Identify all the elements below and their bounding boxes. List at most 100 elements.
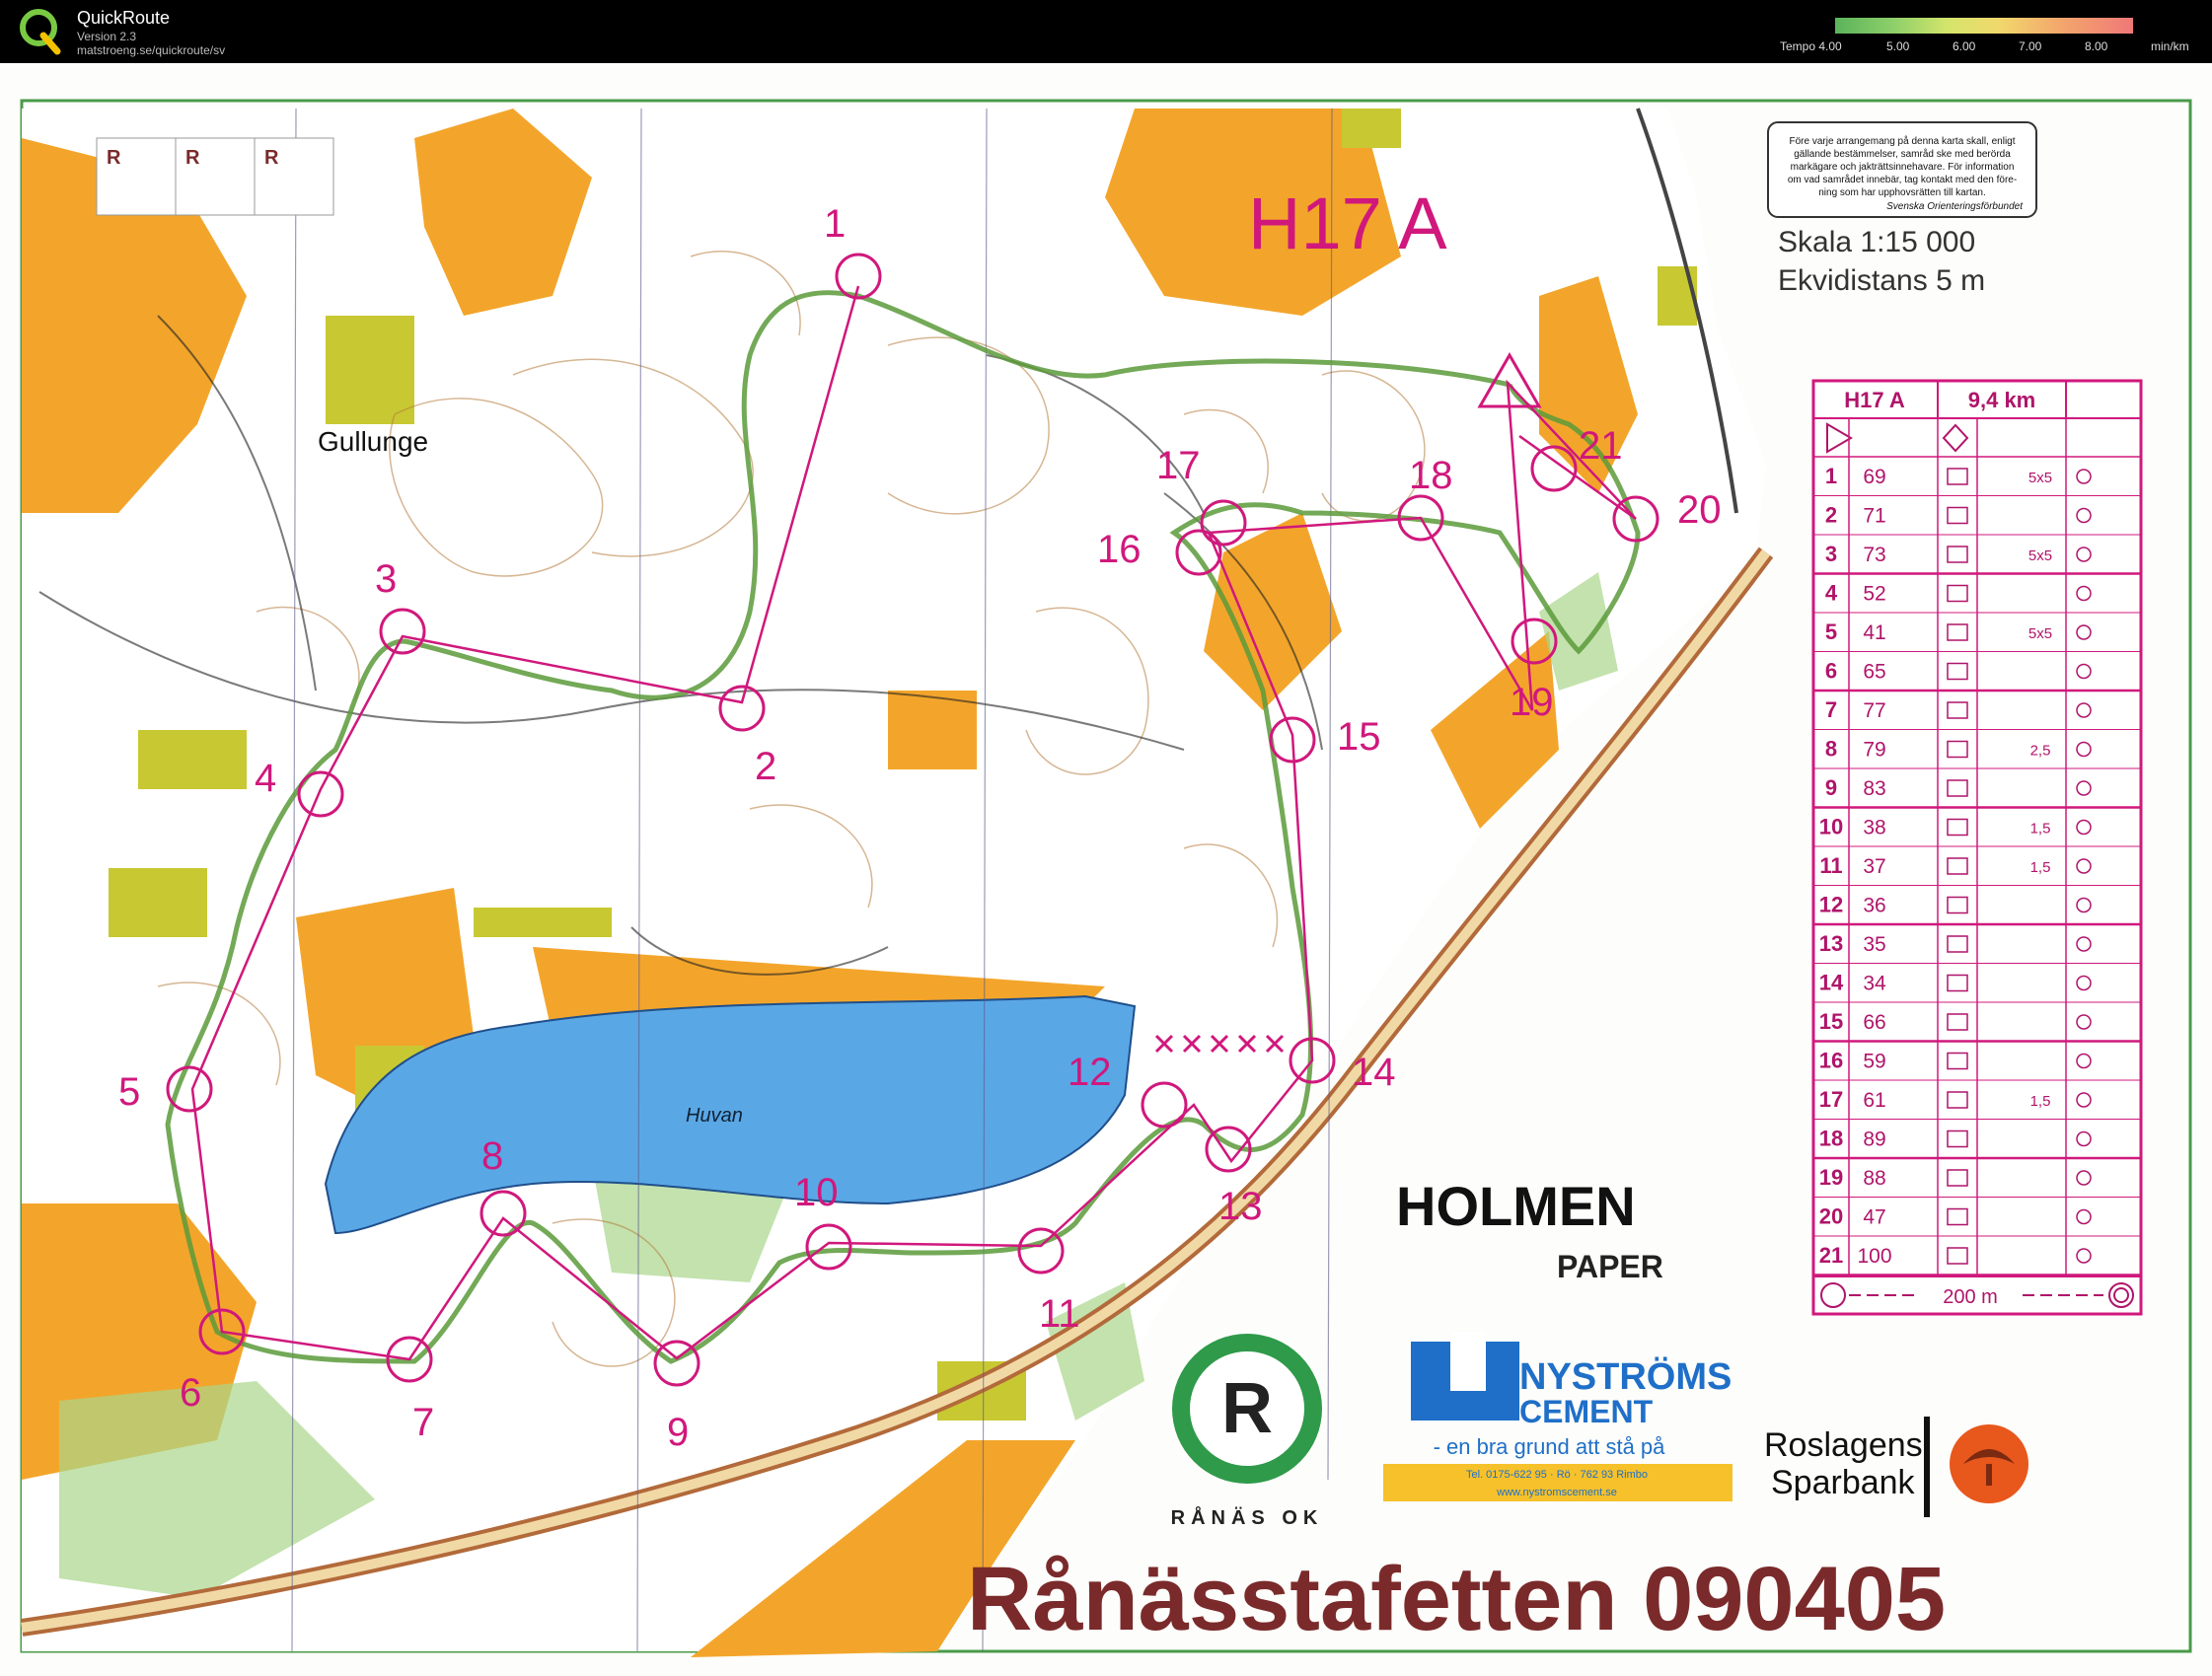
nystroms-slogan: - en bra grund att stå på — [1434, 1434, 1666, 1459]
sheet-row-code: 34 — [1863, 973, 1886, 995]
pace-tick: 5.00 — [1886, 39, 1910, 53]
nystroms-name-2: CEMENT — [1519, 1394, 1654, 1429]
sheet-finish-distance: 200 m — [1943, 1286, 1998, 1308]
sheet-row-number: 7 — [1825, 697, 1837, 722]
sheet-row-code: 36 — [1863, 895, 1885, 917]
control-number-7: 7 — [412, 1401, 434, 1444]
pace-tick: 7.00 — [2019, 39, 2042, 53]
club-name: RÅNÄS OK — [1171, 1505, 1324, 1529]
sheet-row-code: 47 — [1863, 1206, 1885, 1229]
control-number-1: 1 — [824, 202, 846, 246]
permit-notice: Före varje arrangemang på denna karta sk… — [1767, 121, 2037, 218]
sheet-row-dimension: 1,5 — [2030, 1093, 2051, 1110]
sheet-row-number: 9 — [1825, 775, 1837, 800]
app-url: matstroeng.se/quickroute/sv — [77, 43, 226, 57]
sheet-row-dimension: 2,5 — [2030, 743, 2051, 760]
app-version: Version 2.3 — [77, 30, 137, 43]
r-boxes: R R R — [96, 137, 334, 216]
quickroute-logo-icon — [20, 9, 61, 55]
control-number-13: 13 — [1218, 1185, 1263, 1228]
control-number-6: 6 — [180, 1371, 201, 1415]
sheet-row-number: 21 — [1819, 1243, 1843, 1268]
permit-line: Före varje arrangemang på denna karta sk… — [1789, 135, 2015, 147]
sheet-row-code: 66 — [1863, 1011, 1885, 1034]
control-description-sheet: H17 A 9,4 km 1 69 5x52 713 73 5x54 525 41 5x56 65… — [1811, 379, 2143, 1316]
app-toolbar: QuickRoute Version 2.3 matstroeng.se/qui… — [0, 0, 2212, 63]
sheet-row-number: 10 — [1819, 815, 1843, 839]
sheet-row-dimension: 5x5 — [2028, 547, 2052, 564]
sheet-row-number: 1 — [1825, 464, 1837, 488]
nystroms-name-1: NYSTRÖMS — [1519, 1355, 1732, 1398]
permit-signature: Svenska Orienteringsförbundet — [1886, 201, 2024, 212]
pace-tick: 8.00 — [2085, 39, 2108, 53]
sheet-row-number: 4 — [1825, 581, 1838, 606]
sheet-row-number: 11 — [1819, 853, 1842, 878]
sheet-row-number: 12 — [1819, 893, 1843, 917]
control-number-5: 5 — [118, 1070, 140, 1114]
control-number-19: 19 — [1510, 681, 1554, 724]
permit-line: gällande bestämmelser, samråd ske med be… — [1794, 148, 2011, 160]
app-title: QuickRoute — [77, 8, 171, 28]
r-box-label: R — [107, 147, 121, 169]
sheet-length: 9,4 km — [1968, 388, 2036, 412]
sheet-row-number: 20 — [1819, 1204, 1843, 1229]
pace-legend-bar — [1835, 18, 2133, 34]
sheet-row-number: 8 — [1825, 737, 1837, 762]
permit-line: om vad samrådet innebär, tag kontakt med… — [1788, 174, 2017, 185]
sheet-row-number: 16 — [1819, 1049, 1843, 1073]
control-number-16: 16 — [1097, 528, 1142, 571]
control-number-21: 21 — [1579, 424, 1623, 468]
sheet-row-code: 65 — [1863, 661, 1885, 684]
sheet-row-code: 37 — [1863, 855, 1885, 878]
permit-line: ning som har upphovsrätten till kartan. — [1818, 187, 1986, 198]
control-number-20: 20 — [1677, 488, 1722, 532]
control-number-3: 3 — [375, 557, 397, 601]
control-number-17: 17 — [1156, 444, 1201, 487]
nystroms-contact: Tel. 0175-622 95 · Rö · 762 93 Rimbo — [1466, 1469, 1648, 1481]
sponsor-holmen: HOLMEN — [1396, 1175, 1636, 1237]
nystroms-web: www.nystromscement.se — [1496, 1487, 1617, 1498]
sheet-row-code: 100 — [1857, 1245, 1891, 1268]
orienteering-map[interactable]: Huvan 1 2 3 4 5 6 7 8 9 10 11 12 13 14 1… — [0, 63, 2212, 1676]
sheet-row-code: 35 — [1863, 933, 1885, 956]
sheet-row-code: 73 — [1863, 544, 1885, 566]
control-number-14: 14 — [1352, 1051, 1396, 1094]
control-number-4: 4 — [255, 757, 276, 800]
sheet-row-code: 61 — [1863, 1089, 1885, 1112]
sheet-row-number: 18 — [1819, 1127, 1843, 1151]
sheet-row-code: 59 — [1863, 1051, 1885, 1073]
club-logo-mark-icon: R — [1221, 1369, 1273, 1448]
sheet-row-dimension: 5x5 — [2028, 625, 2052, 642]
bank-name-2: Sparbank — [1771, 1464, 1916, 1501]
sheet-row-number: 2 — [1825, 503, 1837, 528]
sheet-row-code: 89 — [1863, 1129, 1885, 1151]
sheet-row-code: 88 — [1863, 1167, 1885, 1190]
control-number-8: 8 — [481, 1134, 503, 1178]
map-scale: Skala 1:15 000 — [1778, 226, 1975, 258]
control-number-15: 15 — [1337, 715, 1381, 759]
sheet-row-code: 38 — [1863, 817, 1885, 839]
event-title: Rånässtafetten 090405 — [967, 1549, 1946, 1649]
sheet-row-code: 71 — [1863, 505, 1885, 528]
r-box-label: R — [264, 147, 279, 169]
sheet-class: H17 A — [1844, 388, 1905, 412]
place-name-gullunge: Gullunge — [318, 426, 428, 457]
sheet-row-number: 17 — [1819, 1087, 1843, 1112]
permit-line: markägare och jakträttsinnehavare. För i… — [1791, 162, 2015, 173]
control-number-11: 11 — [1039, 1292, 1080, 1336]
r-box-label: R — [185, 147, 200, 169]
map-class-title: H17 A — [1248, 182, 1447, 264]
sheet-row-code: 79 — [1863, 739, 1885, 762]
sheet-row-code: 41 — [1863, 621, 1885, 644]
pace-tick: 6.00 — [1953, 39, 1976, 53]
sheet-row-code: 77 — [1863, 699, 1885, 722]
bank-name-1: Roslagens — [1764, 1426, 1923, 1464]
control-number-12: 12 — [1068, 1051, 1112, 1094]
sheet-row-code: 52 — [1863, 583, 1885, 606]
sheet-row-code: 69 — [1863, 466, 1885, 488]
sponsor-holmen-paper: PAPER — [1557, 1249, 1663, 1284]
sheet-row-number: 14 — [1819, 971, 1844, 995]
sheet-row-dimension: 1,5 — [2030, 821, 2051, 838]
sheet-row-number: 15 — [1819, 1009, 1843, 1034]
map-equidistance: Ekvidistans 5 m — [1778, 264, 1985, 297]
